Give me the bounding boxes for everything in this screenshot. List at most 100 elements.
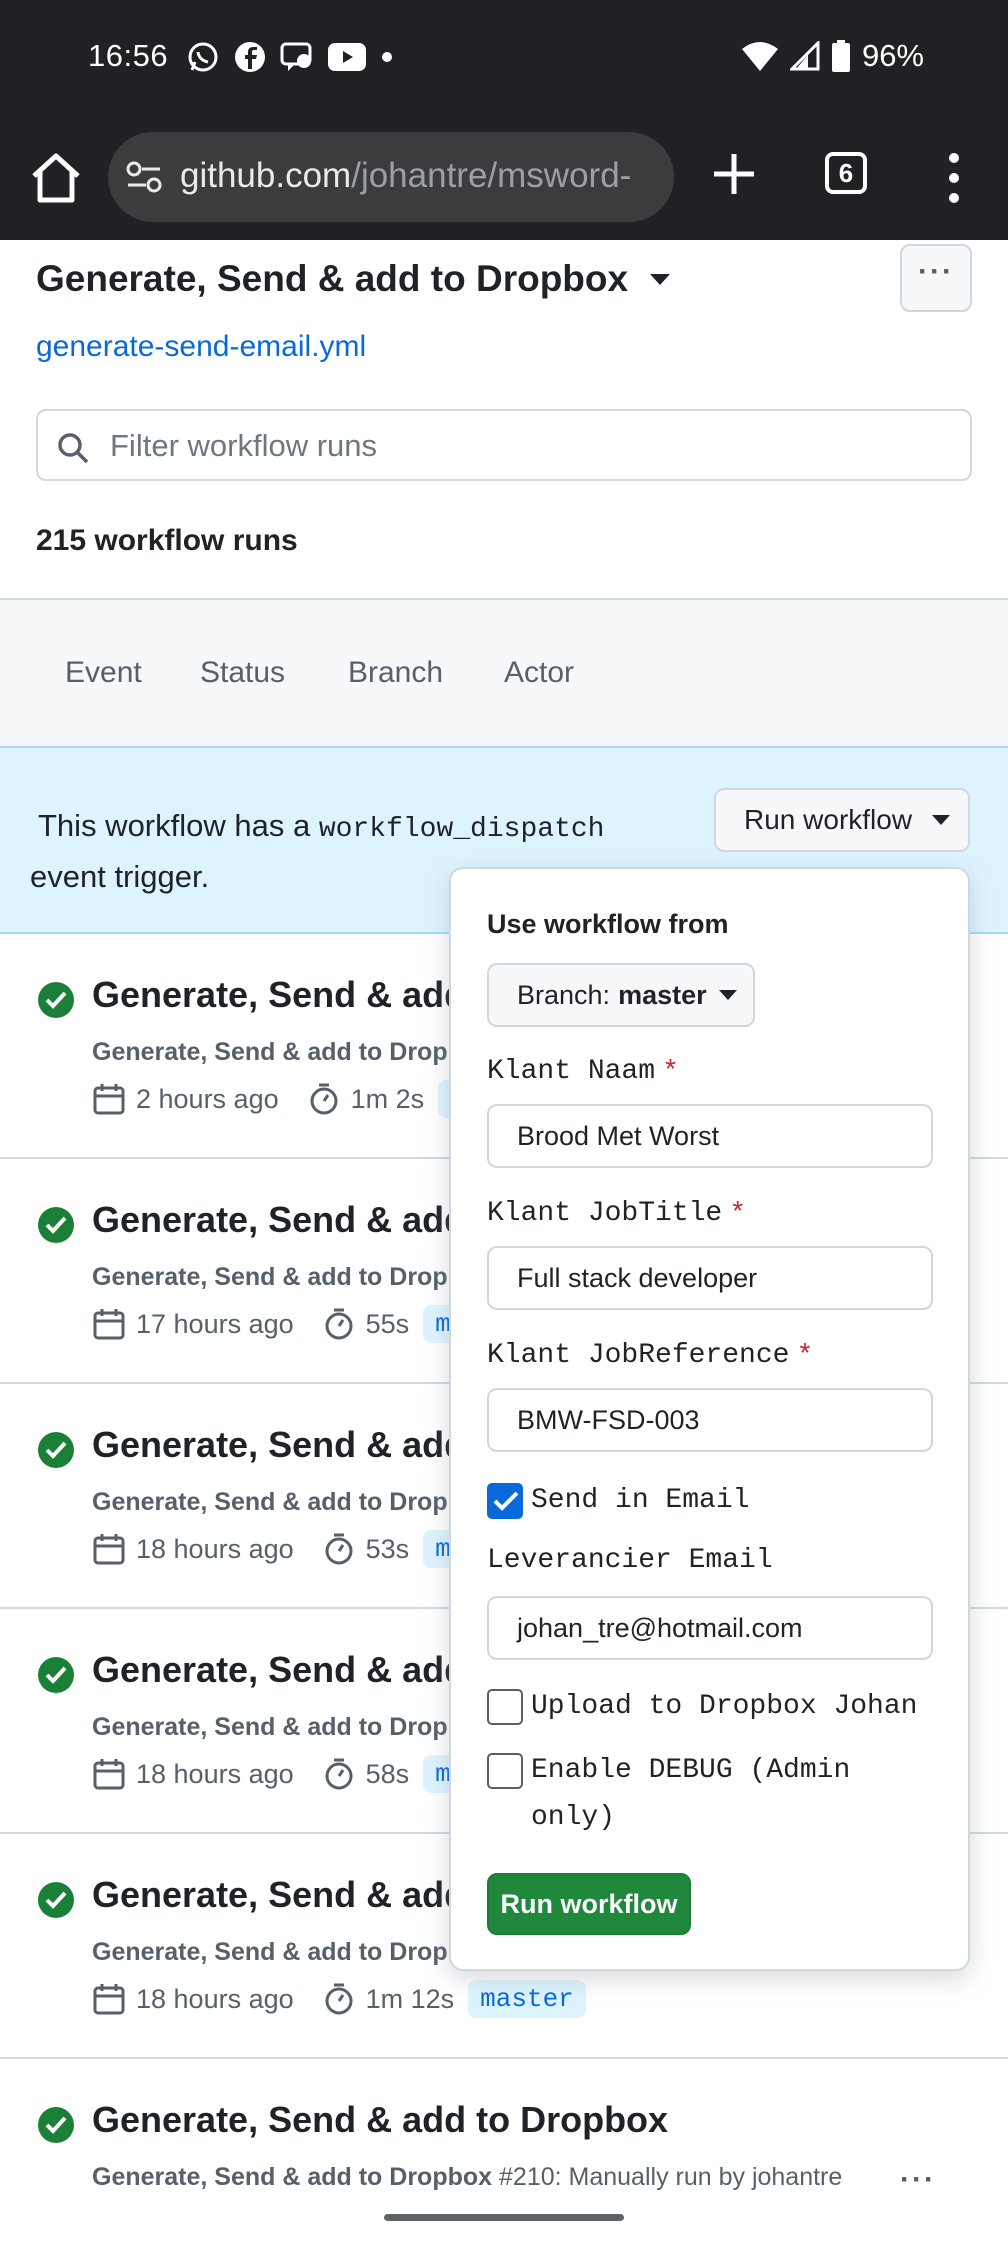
battery-icon — [831, 40, 850, 72]
run-time: 17 hours ago — [136, 1308, 294, 1339]
dot-icon — [382, 52, 392, 62]
filter-status[interactable]: Status — [200, 656, 285, 690]
filter-runs-input[interactable] — [110, 421, 950, 471]
leverancier-email-label: Leverancier Email — [487, 1545, 773, 1576]
run-workflow-popup: Use workflow from Branch: master Klant N… — [449, 867, 970, 1971]
send-email-label: Send in Email — [531, 1485, 750, 1516]
run-title[interactable]: Generate, Send & add — [92, 974, 466, 1016]
browser-toolbar: github.com/johantre/msword- 6 — [0, 116, 1008, 240]
popup-heading: Use workflow from — [487, 909, 729, 939]
workflow-title-row[interactable]: Generate, Send & add to Dropbox — [36, 258, 671, 300]
run-meta: 18 hours ago 1m 12s master — [92, 1980, 586, 2018]
klant-jobreference-label: Klant JobReference * — [487, 1337, 810, 1371]
calendar-icon — [93, 1084, 125, 1115]
run-workflow-dropdown-button[interactable]: Run workflow — [714, 788, 970, 852]
gesture-bar[interactable] — [384, 2214, 624, 2221]
run-title[interactable]: Generate, Send & add — [92, 1649, 466, 1691]
status-time: 16:56 — [88, 38, 169, 73]
run-duration: 53s — [365, 1533, 410, 1564]
branch-select-button[interactable]: Branch: master — [487, 963, 755, 1027]
leverancier-email-input[interactable]: johan_tre@hotmail.com — [487, 1596, 933, 1660]
whatsapp-icon — [188, 42, 218, 72]
dispatch-code: workflow_dispatch — [318, 814, 605, 845]
debug-label: Enable DEBUG (Admin only) — [531, 1747, 850, 1841]
dispatch-text-after: event trigger. — [30, 859, 210, 894]
chevron-down-icon — [718, 990, 737, 1000]
browser-menu-icon[interactable] — [942, 150, 966, 206]
chevron-down-icon — [932, 815, 951, 825]
workflow-file-link[interactable]: generate-send-email.yml — [36, 330, 366, 364]
branch-value: master — [618, 979, 707, 1010]
debug-label-line2: only) — [531, 1802, 616, 1833]
run-title[interactable]: Generate, Send & add — [92, 1424, 466, 1466]
run-subtitle: Generate, Send & add to Drop — [92, 1263, 448, 1292]
run-workflow-button[interactable]: Run workflow — [487, 1873, 691, 1935]
status-bar: 16:56 96% — [0, 0, 1008, 116]
run-title[interactable]: Generate, Send & add — [92, 1874, 466, 1916]
workflow-more-button[interactable]: ··· — [900, 244, 972, 312]
address-bar[interactable]: github.com/johantre/msword- — [108, 132, 674, 222]
filter-runs-field[interactable] — [36, 409, 972, 481]
url-host: github.com — [180, 156, 352, 195]
run-title[interactable]: Generate, Send & add — [92, 1199, 466, 1241]
filter-event[interactable]: Event — [65, 656, 142, 690]
stopwatch-icon — [325, 1758, 353, 1790]
new-tab-icon[interactable] — [708, 148, 760, 200]
run-subtitle-workflow: Generate, Send & add to Dropbox — [92, 2163, 493, 2191]
klant-jobtitle-input[interactable]: Full stack developer — [487, 1246, 933, 1310]
dispatch-text-before: This workflow has a — [38, 808, 319, 843]
debug-checkbox-row[interactable]: Enable DEBUG (Admin only) — [487, 1751, 850, 1841]
run-subtitle: Generate, Send & add to Dropbox #210: Ma… — [92, 2163, 842, 2192]
debug-label-line1: Enable DEBUG (Admin — [531, 1755, 851, 1786]
run-time: 18 hours ago — [136, 1758, 294, 1789]
status-right: 96% — [741, 38, 924, 74]
send-email-checkbox[interactable] — [487, 1483, 523, 1519]
calendar-icon — [93, 1759, 125, 1790]
stopwatch-icon — [310, 1083, 338, 1115]
klant-naam-input[interactable]: Brood Met Worst — [487, 1104, 933, 1168]
success-check-icon — [38, 1657, 74, 1693]
calendar-icon — [93, 1984, 125, 2015]
send-email-checkbox-row[interactable]: Send in Email — [487, 1481, 749, 1524]
run-subtitle-text: Generate, Send & add to Drop — [92, 1713, 448, 1741]
tab-switcher-button[interactable]: 6 — [825, 152, 867, 194]
branch-chip[interactable]: master — [468, 1980, 586, 2018]
facebook-icon — [235, 42, 265, 72]
debug-checkbox[interactable] — [487, 1753, 523, 1789]
run-meta: 18 hours ago 58s ma — [92, 1755, 479, 1793]
signal-icon — [789, 41, 820, 71]
run-subtitle: Generate, Send & add to Drop — [92, 1713, 448, 1742]
run-time: 18 hours ago — [136, 1533, 294, 1564]
run-time: 2 hours ago — [136, 1083, 279, 1114]
run-duration: 55s — [365, 1308, 410, 1339]
field-label: Klant JobReference — [487, 1340, 790, 1371]
required-marker: * — [732, 1195, 744, 1226]
run-title[interactable]: Generate, Send & add to Dropbox — [92, 2099, 668, 2141]
upload-dropbox-checkbox-row[interactable]: Upload to Dropbox Johan — [487, 1687, 917, 1730]
run-meta: 17 hours ago 55s ma — [92, 1305, 479, 1343]
klant-jobreference-input[interactable]: BMW-FSD-003 — [487, 1388, 933, 1452]
klant-naam-label: Klant Naam * — [487, 1053, 676, 1087]
youtube-icon — [328, 43, 366, 71]
success-check-icon — [38, 1207, 74, 1243]
filter-actor[interactable]: Actor — [504, 656, 574, 690]
wifi-icon — [741, 42, 778, 71]
workflow-title: Generate, Send & add to Dropbox — [36, 258, 629, 299]
upload-dropbox-label: Upload to Dropbox Johan — [531, 1691, 918, 1722]
run-subtitle-text: Generate, Send & add to Drop — [92, 1938, 448, 1966]
filter-branch[interactable]: Branch — [348, 656, 443, 690]
upload-dropbox-checkbox[interactable] — [487, 1689, 523, 1725]
run-more-button[interactable]: ··· — [900, 2163, 936, 2197]
runs-count: 215 workflow runs — [36, 524, 298, 557]
run-time: 18 hours ago — [136, 1983, 294, 2014]
chevron-down-icon[interactable] — [650, 273, 671, 285]
notification-icons — [186, 40, 394, 74]
field-label: Klant JobTitle — [487, 1198, 723, 1229]
site-settings-icon[interactable] — [126, 160, 162, 194]
field-label: Klant Naam — [487, 1056, 656, 1087]
battery-percent: 96% — [861, 38, 924, 73]
stopwatch-icon — [325, 1308, 353, 1340]
run-subtitle: Generate, Send & add to Drop — [92, 1488, 448, 1517]
home-icon[interactable] — [28, 150, 84, 206]
url-path: /johantre/msword- — [351, 156, 632, 195]
